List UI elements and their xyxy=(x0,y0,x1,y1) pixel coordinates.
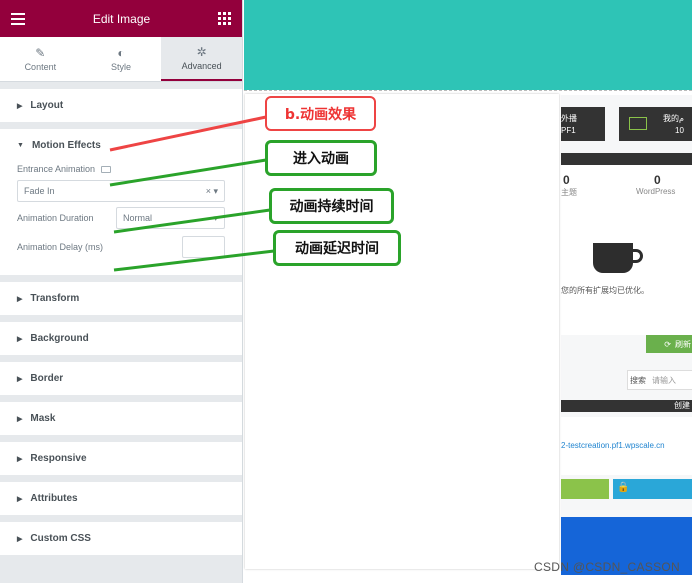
annotation-delay-text: 动画延迟时间 xyxy=(295,241,379,257)
annotation-entrance-text: 进入动画 xyxy=(293,151,349,167)
annotation-duration: 动画持续时间 xyxy=(269,188,394,224)
annotation-delay: 动画延迟时间 xyxy=(273,230,401,266)
annotation-duration-text: 动画持续时间 xyxy=(289,199,374,215)
green-arrow-3 xyxy=(113,249,275,272)
annotation-motion-effects: b.动画效果 xyxy=(265,96,376,131)
green-arrow-2 xyxy=(113,208,271,234)
annotation-motion-effects-text: b.动画效果 xyxy=(284,106,357,123)
watermark: CSDN @CSDN_CASSON xyxy=(534,560,680,574)
red-arrow xyxy=(109,115,267,152)
green-arrow-1 xyxy=(109,158,267,187)
annotation-entrance: 进入动画 xyxy=(265,140,377,176)
annotation-arrows xyxy=(109,115,275,272)
